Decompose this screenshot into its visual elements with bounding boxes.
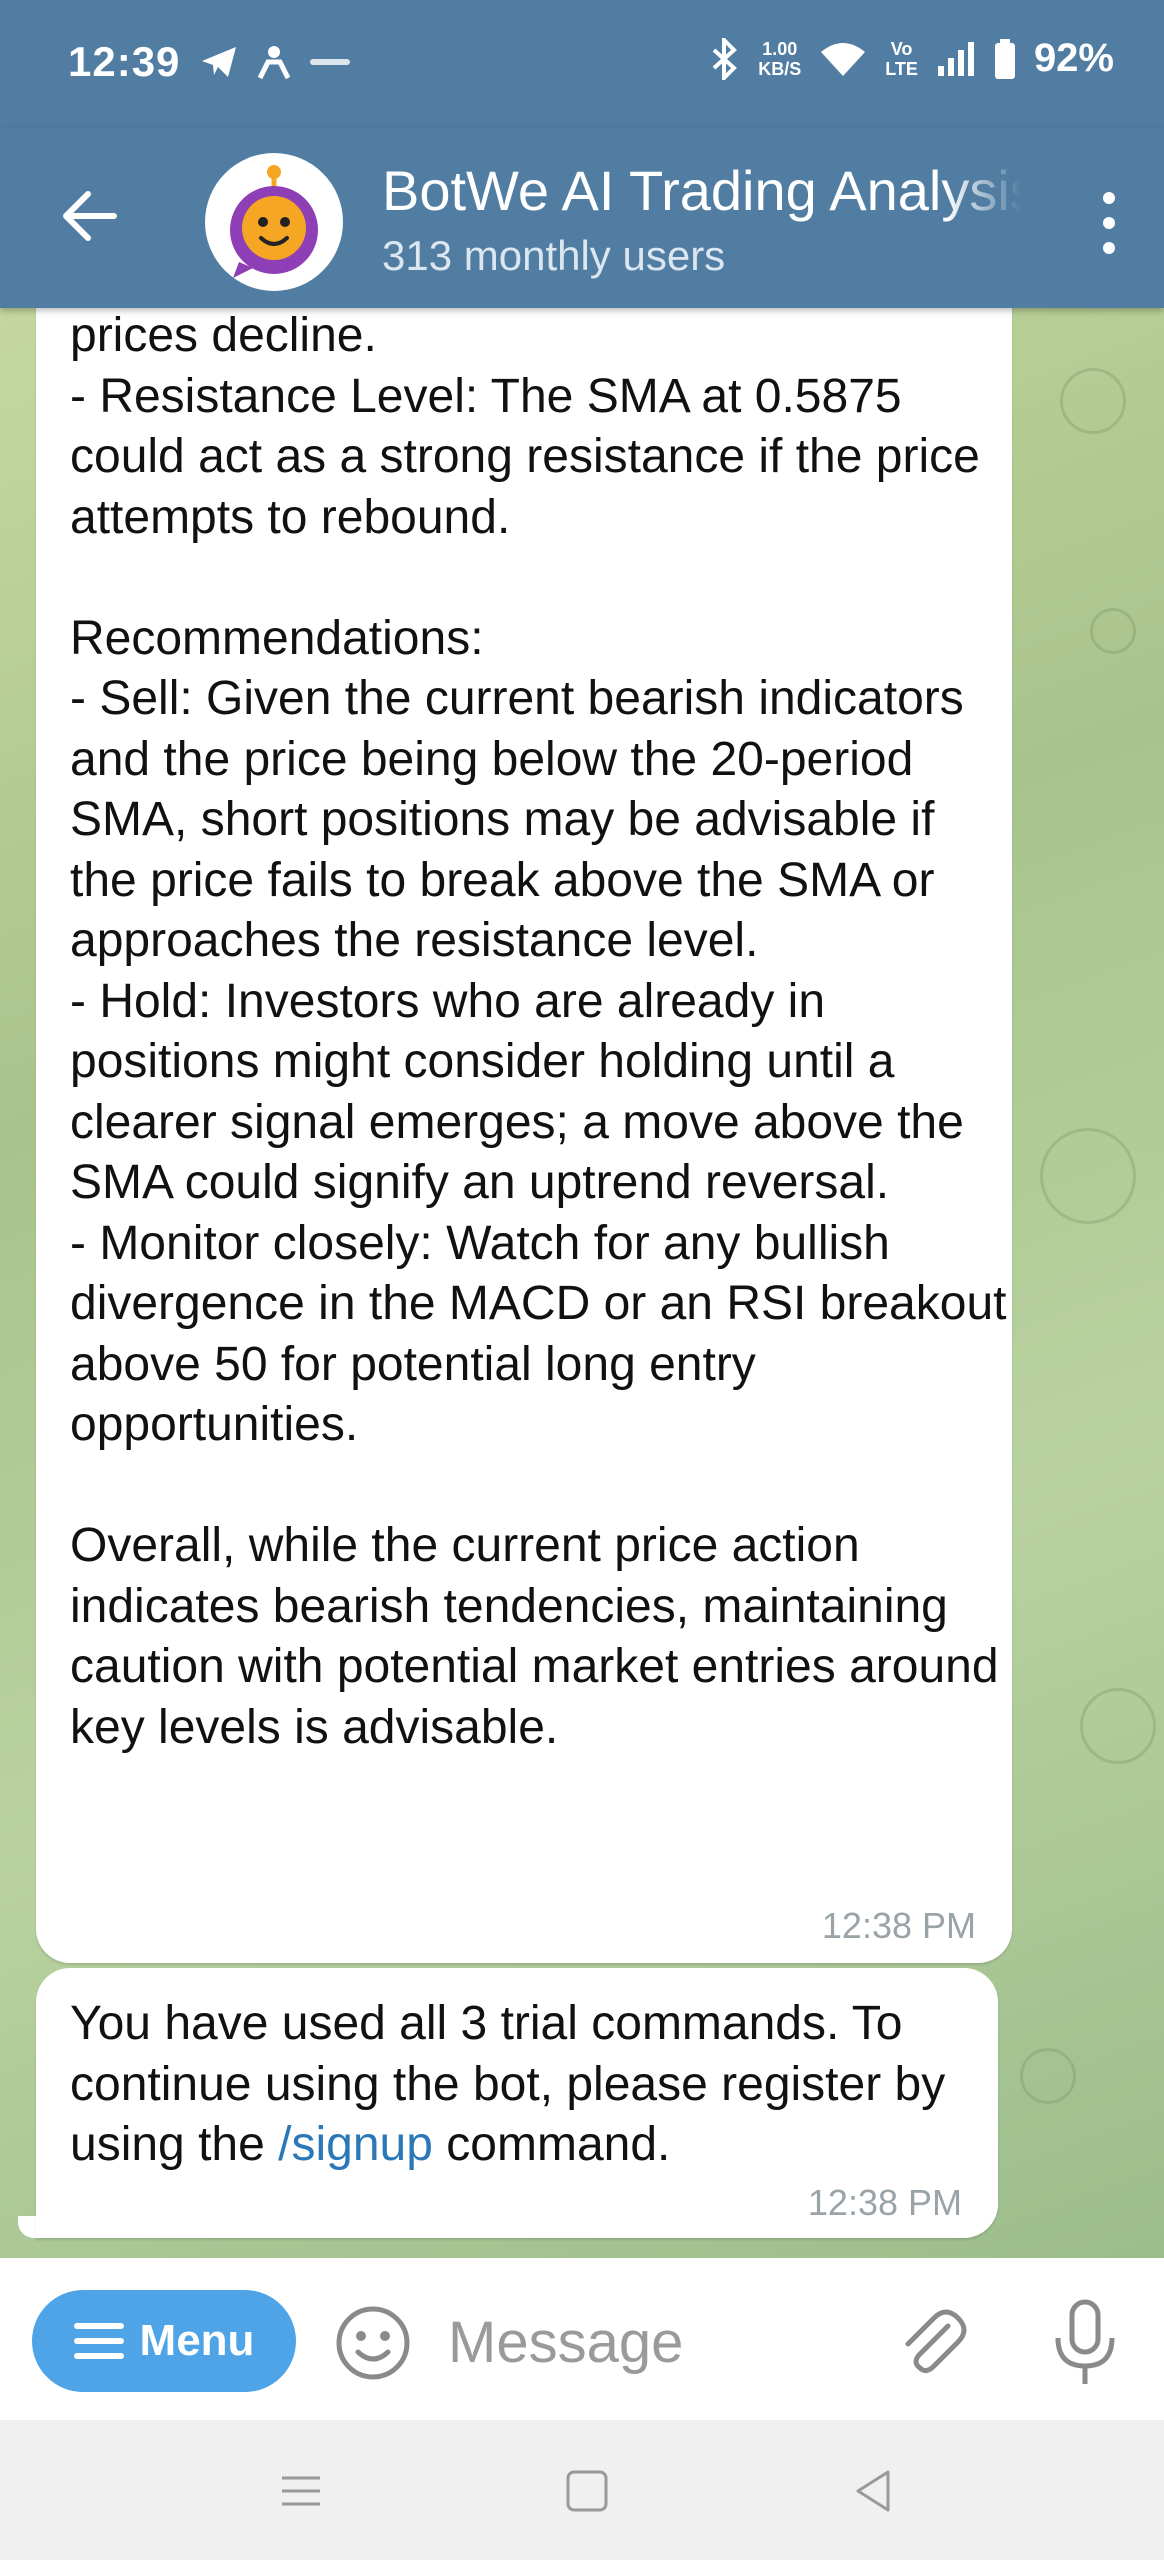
person-icon (257, 46, 291, 80)
signal-icon (937, 41, 974, 76)
background-doodle (1090, 608, 1136, 654)
background-doodle (1020, 2048, 1076, 2104)
chat-header: BotWe AI Trading Analysis 313 monthly us… (0, 128, 1164, 308)
battery-icon (994, 38, 1015, 79)
home-icon[interactable] (562, 2466, 612, 2516)
lte-top: Vo (890, 38, 913, 59)
recent-apps-icon[interactable] (276, 2466, 326, 2516)
incoming-message[interactable]: prices decline. - Resistance Level: The … (36, 308, 1012, 1963)
message-text-part: command. (432, 2118, 671, 2171)
chat-subtitle: 313 monthly users (382, 232, 726, 279)
status-time: 12:39 (68, 38, 181, 85)
background-doodle (1060, 368, 1126, 434)
status-right: 1.00 KB/S Vo LTE 92% (710, 36, 1114, 81)
battery-percent: 92% (1033, 36, 1114, 80)
menu-lines-icon (73, 2323, 124, 2359)
back-arrow-icon[interactable] (58, 184, 122, 248)
wifi-icon (821, 42, 866, 76)
chat-title[interactable]: BotWe AI Trading Analysis (382, 158, 1022, 223)
attachment-icon[interactable] (892, 2302, 972, 2382)
background-doodle (1040, 1128, 1136, 1224)
message-input[interactable] (446, 2298, 870, 2386)
message-time: 12:38 PM (807, 2182, 962, 2223)
status-bar: 12:39 1.00 KB/S Vo LTE 92% (0, 0, 1164, 128)
message-input-bar: Menu (0, 2258, 1164, 2420)
microphone-icon[interactable] (1050, 2298, 1120, 2388)
more-options-icon[interactable] (1094, 188, 1124, 258)
bot-avatar[interactable] (205, 153, 343, 291)
net-speed: 1.00 KB/S (758, 39, 801, 79)
telegram-icon (202, 47, 236, 77)
emoji-icon[interactable] (334, 2304, 412, 2382)
back-nav-icon[interactable] (848, 2466, 898, 2516)
background-doodle (1080, 1688, 1156, 1764)
menu-button[interactable]: Menu (32, 2290, 296, 2392)
zomato-icon (310, 59, 350, 65)
lte-bottom: LTE (885, 58, 918, 79)
message-text: prices decline. - Resistance Level: The … (70, 309, 1007, 1754)
menu-label: Menu (139, 2316, 255, 2365)
message-text: You have used all 3 trial commands. To c… (70, 1994, 990, 2176)
bluetooth-icon (712, 37, 738, 80)
status-left-icons (200, 44, 350, 80)
system-navigation-bar (0, 2420, 1164, 2560)
robot-logo-icon (230, 165, 318, 278)
incoming-message[interactable]: You have used all 3 trial commands. To c… (36, 1968, 998, 2238)
lte-indicator: Vo LTE (885, 39, 918, 79)
net-speed-unit: KB/S (758, 58, 802, 79)
message-time: 12:38 PM (821, 1905, 976, 1946)
net-speed-value: 1.00 (762, 38, 798, 59)
signup-command-link[interactable]: /signup (278, 2118, 433, 2171)
chat-background[interactable]: prices decline. - Resistance Level: The … (0, 308, 1164, 2258)
